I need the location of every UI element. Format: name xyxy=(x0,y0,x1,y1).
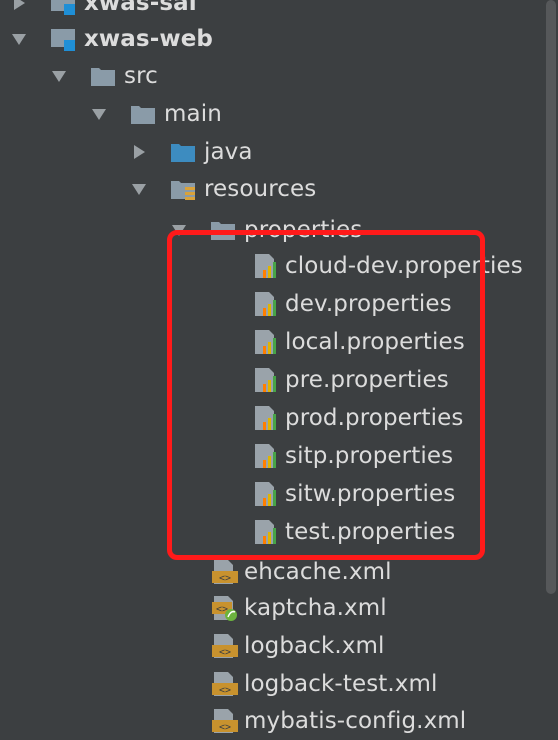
module-icon xyxy=(50,25,78,53)
xml-file-icon: <> xyxy=(211,707,239,735)
tree-file-kaptcha[interactable]: <> kaptcha.xml xyxy=(0,589,545,627)
expanded-arrow-icon[interactable] xyxy=(50,67,68,85)
tree-node-java[interactable]: java xyxy=(0,133,545,171)
tree-file-prod[interactable]: prod.properties xyxy=(0,399,545,437)
tree-file-sitp[interactable]: sitp.properties xyxy=(0,437,545,475)
source-folder-icon xyxy=(169,138,197,166)
xml-file-icon: <> xyxy=(211,558,239,586)
file-label: prod.properties xyxy=(285,405,464,431)
tree-node-xwas-sal[interactable]: xwas-sal xyxy=(0,0,545,22)
properties-file-icon xyxy=(252,328,280,356)
folder-label: src xyxy=(124,63,158,89)
properties-file-icon xyxy=(252,366,280,394)
folder-label: properties xyxy=(244,217,363,243)
tree-node-xwas-web[interactable]: xwas-web xyxy=(0,20,545,58)
expanded-arrow-icon[interactable] xyxy=(170,221,188,239)
tree-file-mybatis-config[interactable]: <> mybatis-config.xml xyxy=(0,702,545,740)
file-label: sitw.properties xyxy=(285,481,456,507)
tree-node-resources[interactable]: resources xyxy=(0,170,545,208)
file-label: logback.xml xyxy=(244,633,385,659)
properties-file-icon xyxy=(252,442,280,470)
svg-text:<>: <> xyxy=(219,722,231,733)
file-label: cloud-dev.properties xyxy=(285,253,523,279)
tree-file-cloud-dev[interactable]: cloud-dev.properties xyxy=(0,247,545,285)
svg-text:<>: <> xyxy=(219,573,231,584)
module-label: xwas-sal xyxy=(84,0,197,16)
file-label: test.properties xyxy=(285,519,456,545)
tree-file-sitw[interactable]: sitw.properties xyxy=(0,475,545,513)
folder-icon xyxy=(209,216,237,244)
folder-icon xyxy=(129,100,157,128)
expanded-arrow-icon[interactable] xyxy=(90,105,108,123)
tree-file-ehcache[interactable]: <> ehcache.xml xyxy=(0,553,545,591)
xml-file-icon: <> xyxy=(211,632,239,660)
module-icon xyxy=(50,0,78,17)
spring-xml-file-icon: <> xyxy=(211,594,239,622)
svg-text:<>: <> xyxy=(219,647,231,658)
tree-file-pre[interactable]: pre.properties xyxy=(0,361,545,399)
project-tree: xwas-sal xwas-web src main java resource… xyxy=(0,0,558,736)
file-label: dev.properties xyxy=(285,291,452,317)
collapsed-arrow-icon[interactable] xyxy=(10,0,28,12)
resources-folder-icon xyxy=(169,175,197,203)
tree-node-src[interactable]: src xyxy=(0,57,545,95)
properties-file-icon xyxy=(252,518,280,546)
folder-icon xyxy=(89,62,117,90)
file-label: kaptcha.xml xyxy=(244,595,387,621)
folder-label: main xyxy=(164,101,222,127)
xml-file-icon: <> xyxy=(211,670,239,698)
tree-file-test[interactable]: test.properties xyxy=(0,513,545,551)
file-label: sitp.properties xyxy=(285,443,454,469)
folder-label: java xyxy=(204,139,253,165)
tree-file-local[interactable]: local.properties xyxy=(0,323,545,361)
svg-text:<>: <> xyxy=(219,685,231,696)
tree-file-logback-test[interactable]: <> logback-test.xml xyxy=(0,665,545,703)
properties-file-icon xyxy=(252,404,280,432)
vertical-scrollbar[interactable] xyxy=(546,0,556,594)
file-label: local.properties xyxy=(285,329,465,355)
tree-node-main[interactable]: main xyxy=(0,95,545,133)
properties-file-icon xyxy=(252,290,280,318)
tree-file-dev[interactable]: dev.properties xyxy=(0,285,545,323)
file-label: logback-test.xml xyxy=(244,671,438,697)
folder-label: resources xyxy=(204,176,317,202)
module-label: xwas-web xyxy=(84,26,213,52)
properties-file-icon xyxy=(252,480,280,508)
file-label: pre.properties xyxy=(285,367,449,393)
file-label: mybatis-config.xml xyxy=(244,708,467,734)
collapsed-arrow-icon[interactable] xyxy=(130,143,148,161)
expanded-arrow-icon[interactable] xyxy=(130,180,148,198)
tree-node-properties[interactable]: properties xyxy=(0,211,545,249)
properties-file-icon xyxy=(252,252,280,280)
file-label: ehcache.xml xyxy=(244,559,392,585)
expanded-arrow-icon[interactable] xyxy=(10,30,28,48)
tree-file-logback[interactable]: <> logback.xml xyxy=(0,627,545,665)
